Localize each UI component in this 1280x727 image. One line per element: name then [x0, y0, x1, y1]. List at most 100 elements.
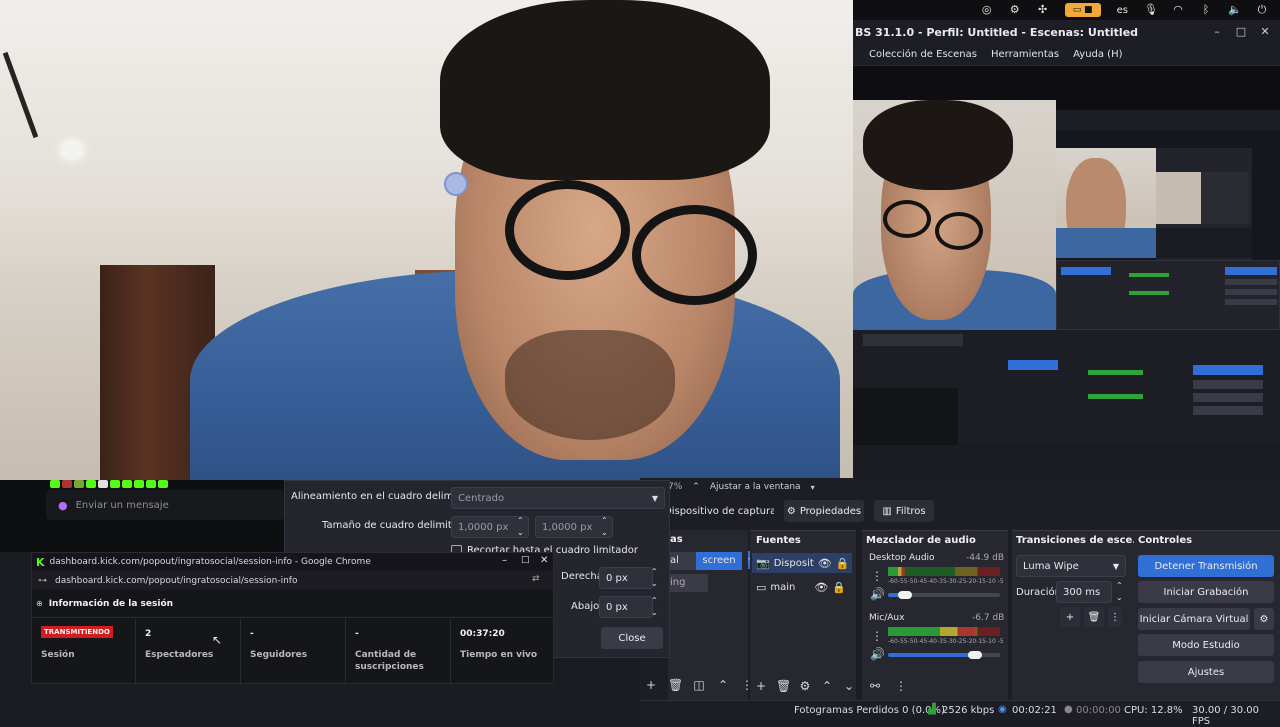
keyboard-layout[interactable]: es [1117, 5, 1128, 16]
volume-slider-knob[interactable] [898, 591, 912, 599]
crop-bottom-input[interactable]: 0 px [599, 596, 653, 618]
translate-icon[interactable]: ⇄ [532, 574, 540, 584]
nested-meter-2 [1129, 291, 1169, 295]
mouse-cursor-icon: ↖ [212, 633, 223, 647]
emote-icon[interactable] [50, 480, 60, 488]
obs-preview[interactable] [853, 100, 1280, 445]
emote-icon[interactable] [74, 480, 84, 488]
maximize-icon[interactable]: □ [521, 555, 530, 565]
channel-db: -44.9 dB [966, 553, 1005, 563]
trash-icon[interactable]: 🗑 [776, 679, 791, 693]
duration-label: Duración [1016, 587, 1062, 598]
battery-indicator-icon[interactable]: ▭ ■ [1064, 3, 1101, 17]
link-icon[interactable]: ⚯ [868, 679, 882, 693]
more-icon[interactable]: ⋮ [894, 679, 908, 693]
up-icon[interactable]: ⌃ [820, 679, 834, 693]
duration-input[interactable]: 300 ms [1056, 581, 1112, 603]
stepper-up-icon[interactable]: ⌃ [517, 516, 524, 525]
stepper-down-icon[interactable]: ⌄ [651, 608, 658, 617]
remove-transition-button[interactable]: 🗑 [1084, 607, 1104, 627]
virtual-camera-settings-button[interactable]: ⚙ [1254, 608, 1274, 630]
menu-scene-collection[interactable]: Colección de Escenas [869, 49, 977, 60]
eye-icon[interactable]: 👁 [818, 557, 832, 570]
minimize-icon[interactable]: – [1209, 24, 1225, 40]
add-icon[interactable]: + [754, 679, 768, 693]
bluetooth-icon[interactable]: ᛒ [1200, 4, 1212, 16]
source-item[interactable]: 📷 Dispositi 👁 🔒 [752, 553, 852, 573]
trash-icon[interactable]: 🗑 [668, 678, 683, 692]
emote-icon[interactable] [86, 480, 96, 488]
add-icon[interactable]: + [644, 678, 658, 692]
microphone-icon[interactable]: ● [58, 499, 68, 512]
transition-select[interactable]: Luma Wipe ▼ [1016, 555, 1126, 577]
nested-menubar [1056, 110, 1280, 130]
emote-icon[interactable] [146, 480, 156, 488]
lock-icon[interactable]: 🔒 [836, 557, 850, 570]
stepper-up-icon[interactable]: ⌃ [651, 567, 658, 576]
emote-icon[interactable] [158, 480, 168, 488]
menu-tools[interactable]: Herramientas [991, 49, 1059, 60]
alignment-value: Centrado [458, 492, 505, 504]
stepper-down-icon[interactable]: ⌄ [517, 528, 524, 537]
stepper-up-icon[interactable]: ⌃ [651, 596, 658, 605]
transition-value: Luma Wipe [1023, 560, 1079, 572]
source-item[interactable]: ▭ main 👁 🔒 [752, 577, 852, 597]
chrome-window-title: dashboard.kick.com/popout/ingratosocial/… [49, 557, 371, 567]
filters-button[interactable]: ▥ Filtros [874, 500, 934, 522]
zoom-up-icon[interactable]: ⌃ [692, 482, 700, 492]
transition-more-button[interactable]: ⋮ [1108, 607, 1122, 627]
settings-button[interactable]: Ajustes [1138, 661, 1274, 683]
stepper-up-icon[interactable]: ⌃ [601, 516, 608, 525]
scene-screen[interactable]: screen [696, 552, 742, 570]
gear-icon[interactable]: ⚙ [798, 679, 812, 693]
wifi-icon[interactable]: ◠ [1172, 4, 1184, 16]
stop-streaming-button[interactable]: Detener Transmisión [1138, 555, 1274, 577]
stepper-down-icon[interactable]: ⌄ [1116, 593, 1123, 602]
power-icon[interactable]: ⏻ [1256, 4, 1268, 16]
eye-icon[interactable]: 👁 [814, 581, 828, 594]
nested-sweater [1056, 228, 1156, 258]
speaker-icon[interactable]: 🔊 [870, 647, 885, 661]
emote-icon[interactable] [62, 480, 72, 488]
properties-button[interactable]: ⚙ Propiedades [784, 500, 864, 522]
maximize-icon[interactable]: □ [1233, 24, 1249, 40]
emote-icon[interactable] [98, 480, 108, 488]
menu-help[interactable]: Ayuda (H) [1073, 49, 1122, 60]
lock-icon[interactable]: 🔒 [832, 581, 846, 594]
emote-icon[interactable] [122, 480, 132, 488]
start-virtual-camera-button[interactable]: Iniciar Cámara Virtual [1138, 608, 1250, 630]
nested-vcam-btn [1225, 289, 1277, 295]
start-recording-button[interactable]: Iniciar Grabación [1138, 581, 1274, 603]
stepper-up-icon[interactable]: ⌃ [1116, 581, 1123, 590]
down-icon[interactable]: ⌄ [842, 679, 856, 693]
chat-input[interactable]: ● Enviar un mensaje [46, 490, 284, 520]
close-icon[interactable]: ✕ [540, 555, 548, 566]
stepper-down-icon[interactable]: ⌄ [651, 579, 658, 588]
more-icon[interactable]: ⋮ [870, 629, 884, 643]
alignment-select[interactable]: Centrado ▼ [451, 487, 665, 509]
volume-slider-knob[interactable] [968, 651, 982, 659]
scene-item[interactable]: ing [668, 574, 708, 592]
chrome-urlbar[interactable]: ⊶ dashboard.kick.com/popout/ingratosocia… [32, 571, 553, 590]
filters-icon[interactable]: ◫ [692, 678, 706, 692]
zoom-fit-select[interactable]: Ajustar a la ventana [710, 482, 801, 492]
screenshot-icon[interactable]: ◎ [981, 4, 993, 16]
minimize-icon[interactable]: – [502, 555, 507, 566]
chevron-down-icon[interactable]: ▾ [811, 483, 815, 492]
gear-icon[interactable]: ⚙ [1009, 4, 1021, 16]
more-icon[interactable]: ⋮ [870, 569, 884, 583]
close-icon[interactable]: ✕ [1257, 24, 1273, 40]
emote-icon[interactable] [134, 480, 144, 488]
stepper-down-icon[interactable]: ⌄ [601, 528, 608, 537]
extensions-icon[interactable]: ✣ [1037, 4, 1049, 16]
emote-icon[interactable] [110, 480, 120, 488]
up-icon[interactable]: ⌃ [716, 678, 730, 692]
volume-icon[interactable]: 🔈 [1228, 4, 1242, 16]
add-transition-button[interactable]: + [1060, 607, 1080, 627]
microphone-icon[interactable]: 🎙 [1144, 4, 1158, 16]
speaker-icon[interactable]: 🔊 [870, 587, 885, 601]
close-button[interactable]: Close [601, 627, 663, 649]
studio-mode-button[interactable]: Modo Estudio [1138, 634, 1274, 656]
site-info-icon[interactable]: ⊶ [38, 576, 47, 586]
crop-right-input[interactable]: 0 px [599, 567, 653, 589]
